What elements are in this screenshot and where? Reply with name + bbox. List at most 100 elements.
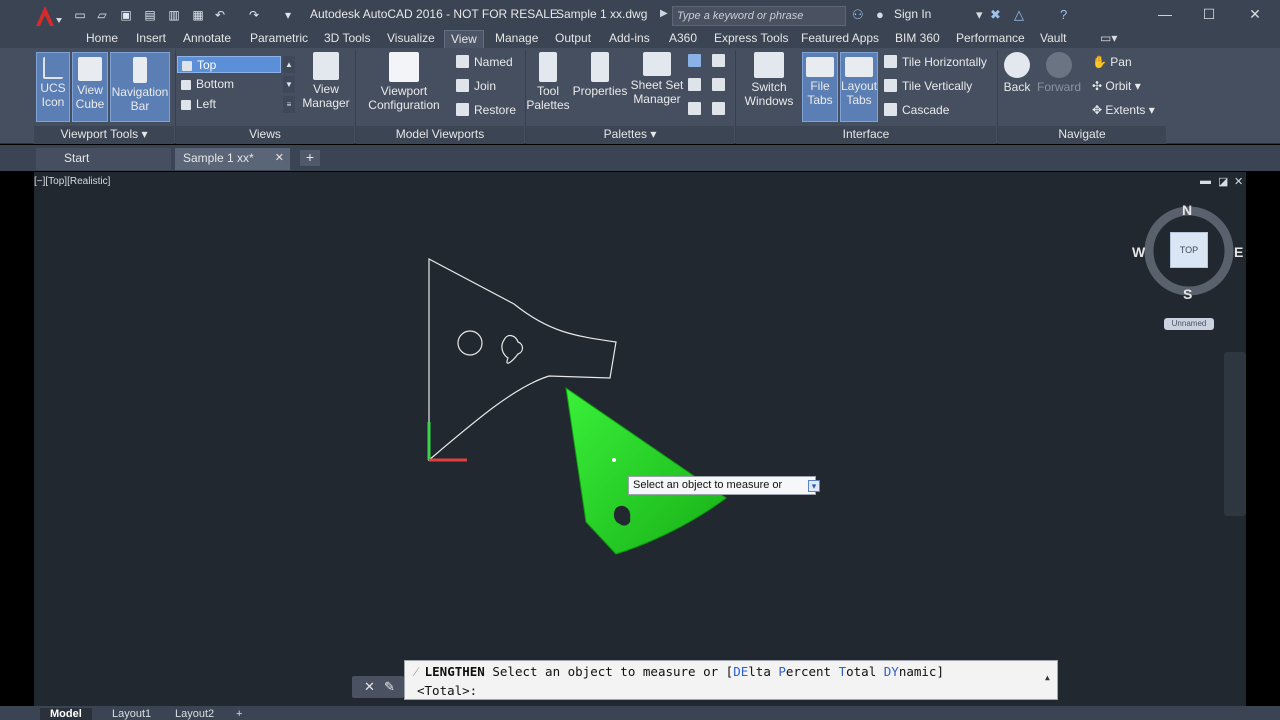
viewport-configuration-button[interactable]: Viewport Configuration: [364, 52, 444, 122]
command-line[interactable]: ⁄ LENGTHEN Select an object to measure o…: [404, 660, 1058, 700]
search-input[interactable]: Type a keyword or phrase: [672, 6, 846, 26]
compass-west[interactable]: W: [1132, 244, 1145, 260]
views-scroll-down[interactable]: ▼: [283, 76, 295, 93]
view-cube-button[interactable]: View Cube: [72, 52, 108, 122]
palette-mini-icon-1[interactable]: [688, 54, 701, 67]
add-layout-icon[interactable]: +: [236, 708, 242, 720]
viewport-label[interactable]: [−][Top][Realistic]: [34, 176, 110, 187]
named-viewports-button[interactable]: Named: [456, 54, 513, 70]
help-icon[interactable]: ?: [1060, 7, 1067, 23]
sign-in-dropdown-icon[interactable]: ▾: [976, 7, 983, 23]
palette-mini-icon-6[interactable]: [712, 102, 725, 115]
compass-east[interactable]: E: [1234, 244, 1243, 260]
tab-3d-tools[interactable]: 3D Tools: [318, 30, 376, 48]
pan-button[interactable]: ✋ Pan: [1092, 54, 1132, 70]
tab-featured-apps[interactable]: Featured Apps: [795, 30, 885, 48]
panel-title-palettes[interactable]: Palettes ▾: [526, 126, 734, 144]
tool-palettes-button[interactable]: Tool Palettes: [526, 52, 570, 122]
viewport-close-icon[interactable]: ✕: [1234, 175, 1243, 188]
switch-windows-button[interactable]: Switch Windows: [742, 52, 796, 122]
save-icon[interactable]: ▣: [118, 7, 134, 23]
tab-add-ins[interactable]: Add-ins: [603, 30, 656, 48]
drawing-viewport[interactable]: [−][Top][Realistic] ▬ ◪ ✕ N S E W TOP Un…: [34, 172, 1246, 706]
orbit-button[interactable]: ✣ Orbit ▾: [1092, 78, 1141, 94]
close-tab-icon[interactable]: ✕: [275, 148, 284, 169]
command-input[interactable]: <Total>:: [417, 683, 477, 698]
viewcube[interactable]: N S E W TOP: [1132, 202, 1243, 302]
tab-home[interactable]: Home: [80, 30, 124, 48]
selected-part[interactable]: [565, 386, 727, 555]
palette-mini-icon-4[interactable]: [712, 78, 725, 91]
tab-visualize[interactable]: Visualize: [381, 30, 441, 48]
search-expand-icon[interactable]: ▶: [660, 8, 668, 19]
outline-hole-circle[interactable]: [457, 330, 483, 356]
navigation-bar-button[interactable]: Navigation Bar: [110, 52, 170, 122]
tile-horizontally-button[interactable]: Tile Horizontally: [884, 54, 987, 70]
tab-bim-360[interactable]: BIM 360: [889, 30, 946, 48]
layout-tab-model[interactable]: Model: [40, 708, 92, 720]
tab-a360[interactable]: A360: [663, 30, 703, 48]
back-button[interactable]: Back: [1000, 52, 1034, 122]
option-percent-key[interactable]: P: [778, 664, 786, 679]
new-tab-button[interactable]: +: [300, 150, 320, 166]
command-line-grip[interactable]: ✕ ✎: [352, 676, 404, 698]
drawing-canvas[interactable]: [34, 172, 1246, 706]
layout-tabs-button[interactable]: Layout Tabs: [840, 52, 878, 122]
close-button[interactable]: ✕: [1240, 4, 1270, 24]
save-as-icon[interactable]: ▤: [142, 7, 158, 23]
minimize-button[interactable]: —: [1150, 4, 1180, 24]
option-delta-key[interactable]: DE: [733, 664, 748, 679]
ribbon-minimize-icon[interactable]: ▭▾: [1094, 30, 1123, 48]
plot-icon[interactable]: ▥: [166, 7, 182, 23]
tab-output[interactable]: Output: [549, 30, 597, 48]
compass-north[interactable]: N: [1182, 202, 1192, 218]
sign-in-button[interactable]: Sign In: [894, 7, 931, 21]
viewport-restore-icon[interactable]: ◪: [1218, 175, 1228, 188]
tab-annotate[interactable]: Annotate: [177, 30, 237, 48]
wcs-menu[interactable]: Unnamed: [1164, 318, 1214, 330]
undo-icon[interactable]: ↶: [212, 7, 228, 23]
palette-mini-icon-5[interactable]: [688, 102, 701, 115]
option-dynamic-key[interactable]: DY: [884, 664, 899, 679]
tab-express-tools[interactable]: Express Tools: [708, 30, 794, 48]
tab-vault[interactable]: Vault: [1034, 30, 1072, 48]
layout-tab-layout1[interactable]: Layout1: [112, 708, 151, 720]
properties-button[interactable]: Properties: [572, 52, 628, 122]
binoculars-icon[interactable]: ⚇: [852, 7, 864, 23]
cascade-button[interactable]: Cascade: [884, 102, 949, 118]
print-icon[interactable]: ▦: [190, 7, 206, 23]
viewcube-top-face[interactable]: TOP: [1170, 232, 1208, 268]
palette-mini-icon-3[interactable]: [688, 78, 701, 91]
tab-manage[interactable]: Manage: [489, 30, 544, 48]
outline-hole-blob[interactable]: [501, 334, 524, 364]
compass-south[interactable]: S: [1183, 286, 1192, 302]
restore-viewports-button[interactable]: Restore: [456, 102, 516, 118]
views-scroll-up[interactable]: ▲: [283, 56, 295, 73]
tab-insert[interactable]: Insert: [130, 30, 172, 48]
customize-wrench-icon[interactable]: ✎: [384, 679, 395, 695]
customize-qa-icon[interactable]: ▾: [280, 7, 296, 23]
close-command-icon[interactable]: ✕: [364, 679, 375, 695]
tile-vertically-button[interactable]: Tile Vertically: [884, 78, 972, 94]
a360-icon[interactable]: △: [1014, 7, 1024, 23]
view-item-top[interactable]: Top: [177, 56, 281, 73]
file-tab-sample-1[interactable]: Sample 1 xx* ✕: [175, 148, 290, 170]
view-manager-button[interactable]: View Manager: [300, 52, 352, 122]
option-total-key[interactable]: T: [839, 664, 847, 679]
sheet-set-manager-button[interactable]: Sheet Set Manager: [630, 52, 684, 122]
command-history-icon[interactable]: ▲: [1045, 673, 1050, 682]
panel-title-viewport-tools[interactable]: Viewport Tools ▾: [34, 126, 174, 144]
extents-button[interactable]: ✥ Extents ▾: [1092, 102, 1155, 118]
selection-grip[interactable]: [612, 458, 616, 462]
view-item-bottom[interactable]: Bottom: [177, 76, 281, 93]
navigation-bar[interactable]: [1224, 352, 1246, 516]
tab-view[interactable]: View: [444, 30, 484, 48]
join-viewports-button[interactable]: Join: [456, 78, 496, 94]
tab-performance[interactable]: Performance: [950, 30, 1031, 48]
viewport-minimize-icon[interactable]: ▬: [1200, 175, 1211, 187]
ucs-icon-button[interactable]: UCS Icon: [36, 52, 70, 122]
maximize-button[interactable]: ☐: [1194, 4, 1224, 24]
view-item-left[interactable]: Left: [177, 96, 281, 113]
new-icon[interactable]: ▭: [72, 7, 88, 23]
file-tabs-button[interactable]: File Tabs: [802, 52, 838, 122]
